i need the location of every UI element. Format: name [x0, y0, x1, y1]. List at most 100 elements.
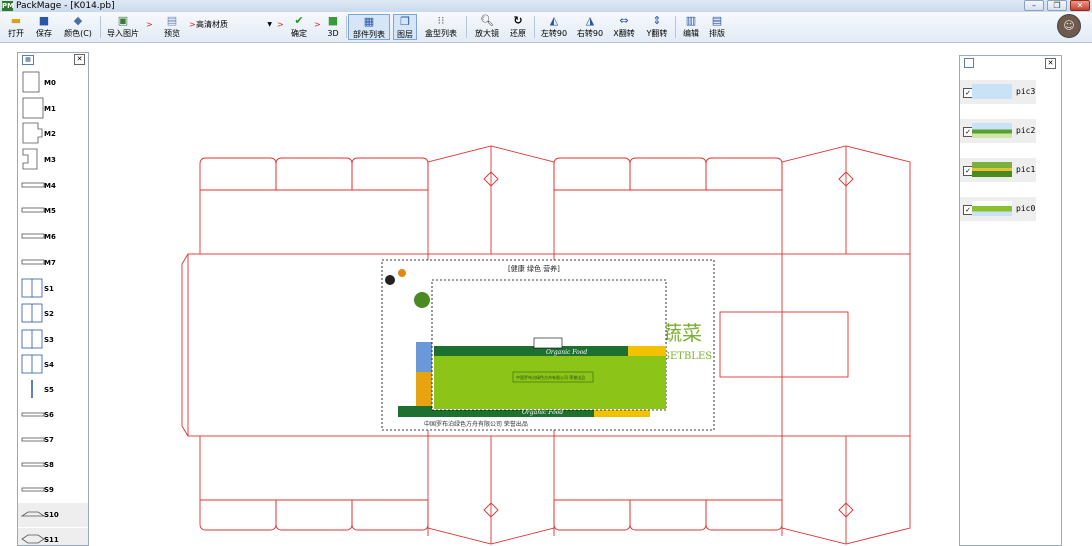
- folder-icon: ▬: [10, 14, 22, 27]
- part-item-s1[interactable]: S1: [18, 277, 88, 301]
- part-shape-icon: [22, 71, 40, 93]
- layer-name: pic1: [1016, 165, 1036, 174]
- open-button[interactable]: ▬ 打开: [3, 14, 29, 40]
- layer-item-pic0[interactable]: ✓ pic0: [960, 197, 1036, 221]
- close-button[interactable]: ✕: [1070, 0, 1090, 11]
- save-button[interactable]: ■ 保存: [31, 14, 57, 40]
- flip-y-button[interactable]: ⇕ Y翻转: [642, 14, 672, 40]
- part-shape-icon: [21, 462, 45, 467]
- preview-button[interactable]: ▤ 预览: [157, 14, 187, 40]
- inner-dark-banner: [434, 346, 628, 356]
- part-shape-icon: [21, 207, 45, 213]
- part-shape-icon: [22, 97, 44, 119]
- part-item-s7[interactable]: S7: [18, 428, 88, 452]
- part-item-s10[interactable]: S10: [18, 503, 88, 527]
- dieline-bottom-flap: [553, 500, 631, 531]
- part-shape-icon: [21, 278, 43, 298]
- horizontal-arrows-icon: ⇔: [619, 14, 629, 27]
- material-value: 高清材质: [196, 20, 228, 29]
- artwork-subtitle: GETBLES: [662, 351, 712, 362]
- flip-x-button[interactable]: ⇔ X翻转: [609, 14, 639, 40]
- layer-name: pic2: [1016, 126, 1036, 135]
- color-button[interactable]: ◆ 颜色(C): [59, 14, 97, 40]
- part-item-s9[interactable]: S9: [18, 478, 88, 502]
- layers-label: 图层: [397, 30, 413, 39]
- part-item-s8[interactable]: S8: [18, 453, 88, 477]
- part-shape-icon: [21, 182, 45, 188]
- part-item-s4[interactable]: S4: [18, 353, 88, 377]
- magnifier-icon: 🔍︎: [480, 14, 494, 27]
- minimize-button[interactable]: –: [1024, 0, 1044, 11]
- flower-decoration: [385, 275, 395, 285]
- confirm-button[interactable]: ✔ 确定: [286, 14, 312, 40]
- panel-close-button[interactable]: ✕: [74, 54, 85, 65]
- layer-thumbnail: [972, 123, 1012, 138]
- color-label: 颜色(C): [64, 29, 92, 38]
- part-item-m0[interactable]: M0: [18, 71, 88, 95]
- layers-button[interactable]: ❐ 图层: [393, 14, 417, 40]
- part-item-s11[interactable]: S11: [18, 528, 88, 545]
- view-3d-button[interactable]: ■ 3D: [322, 14, 344, 40]
- part-item-s5[interactable]: S5: [18, 378, 88, 402]
- layer-panel-close-button[interactable]: ✕: [1045, 58, 1056, 69]
- layer-thumbnail: [972, 84, 1012, 99]
- part-item-m6[interactable]: M6: [18, 225, 88, 249]
- part-item-m5[interactable]: M5: [18, 199, 88, 223]
- part-item-m1[interactable]: M1: [18, 97, 88, 121]
- part-item-s2[interactable]: S2: [18, 302, 88, 326]
- flower-decoration: [414, 292, 430, 308]
- layout-button[interactable]: ▤ 排版: [705, 14, 729, 40]
- open-label: 打开: [8, 29, 24, 38]
- part-label: M6: [44, 233, 56, 241]
- design-canvas[interactable]: [健康 绿色 营养] 蔬菜 GETBLES Organic Food 中国罗布泊…: [92, 42, 956, 546]
- layer-name: pic0: [1016, 204, 1036, 213]
- part-label: M2: [44, 130, 56, 138]
- layer-item-pic1[interactable]: ✓ pic1: [960, 158, 1036, 182]
- panel-header: ▦ ✕: [18, 53, 88, 66]
- title-bar: PM PackMage - [K014.pb] – ❐ ✕: [0, 0, 1092, 12]
- rotate-left-button[interactable]: ◭ 左转90: [538, 14, 570, 40]
- layer-panel: ✕ ✓ pic3 ✓ pic2 ✓ pic1 ✓ pic0: [959, 55, 1062, 546]
- part-shape-icon: [21, 259, 45, 265]
- restore-button[interactable]: ❐: [1047, 0, 1067, 11]
- selection-handle[interactable]: [533, 337, 563, 349]
- part-label: S8: [44, 461, 54, 469]
- inner-banner-script: Organic Food: [546, 349, 587, 356]
- edit-button[interactable]: ▥ 编辑: [679, 14, 703, 40]
- part-item-m2[interactable]: M2: [18, 122, 88, 146]
- part-label: S4: [44, 361, 54, 369]
- part-label: S7: [44, 436, 54, 444]
- part-item-s3[interactable]: S3: [18, 328, 88, 352]
- panel-gutter: [1064, 55, 1092, 546]
- dieline-glue-flap: [181, 253, 189, 437]
- layers-icon: [964, 58, 974, 68]
- part-shape-icon: [22, 122, 43, 144]
- part-item-s6[interactable]: S6: [18, 403, 88, 427]
- restore-view-button[interactable]: ↻ 还原: [506, 14, 530, 40]
- artwork-layer[interactable]: [健康 绿色 营养] 蔬菜 GETBLES Organic Food 中国罗布泊…: [381, 259, 715, 431]
- dieline-bottom-flap: [629, 500, 707, 531]
- flower-decoration: [398, 269, 406, 277]
- layer-item-pic2[interactable]: ✓ pic2: [960, 119, 1036, 143]
- part-shape-icon: [22, 148, 38, 170]
- zoom-button[interactable]: 🔍︎ 放大镜: [470, 14, 504, 40]
- part-item-m3[interactable]: M3: [18, 148, 88, 172]
- layer-item-pic3[interactable]: ✓ pic3: [960, 80, 1036, 104]
- import-image-label: 导入图片: [107, 29, 139, 38]
- list-icon: ▦: [363, 15, 375, 28]
- vertical-arrows-icon: ⇕: [652, 14, 662, 27]
- layer-name: pic3: [1016, 87, 1036, 96]
- arrow-icon: >: [189, 20, 196, 29]
- dieline-bottom-flap: [275, 500, 353, 531]
- part-list-button[interactable]: ▦ 部件列表: [348, 14, 390, 40]
- artwork-blue-strip: [416, 342, 432, 372]
- box-list-button[interactable]: ⁝⁝ 盒型列表: [420, 14, 462, 40]
- disk-icon: ■: [38, 14, 50, 27]
- part-item-m7[interactable]: M7: [18, 251, 88, 275]
- material-select[interactable]: 高清材质 ▼: [196, 18, 274, 32]
- user-avatar[interactable]: ☺: [1057, 14, 1081, 38]
- part-label: S11: [44, 536, 59, 544]
- import-image-button[interactable]: ▣ 导入图片: [103, 14, 143, 40]
- rotate-right-button[interactable]: ◮ 右转90: [574, 14, 606, 40]
- part-item-m4[interactable]: M4: [18, 174, 88, 198]
